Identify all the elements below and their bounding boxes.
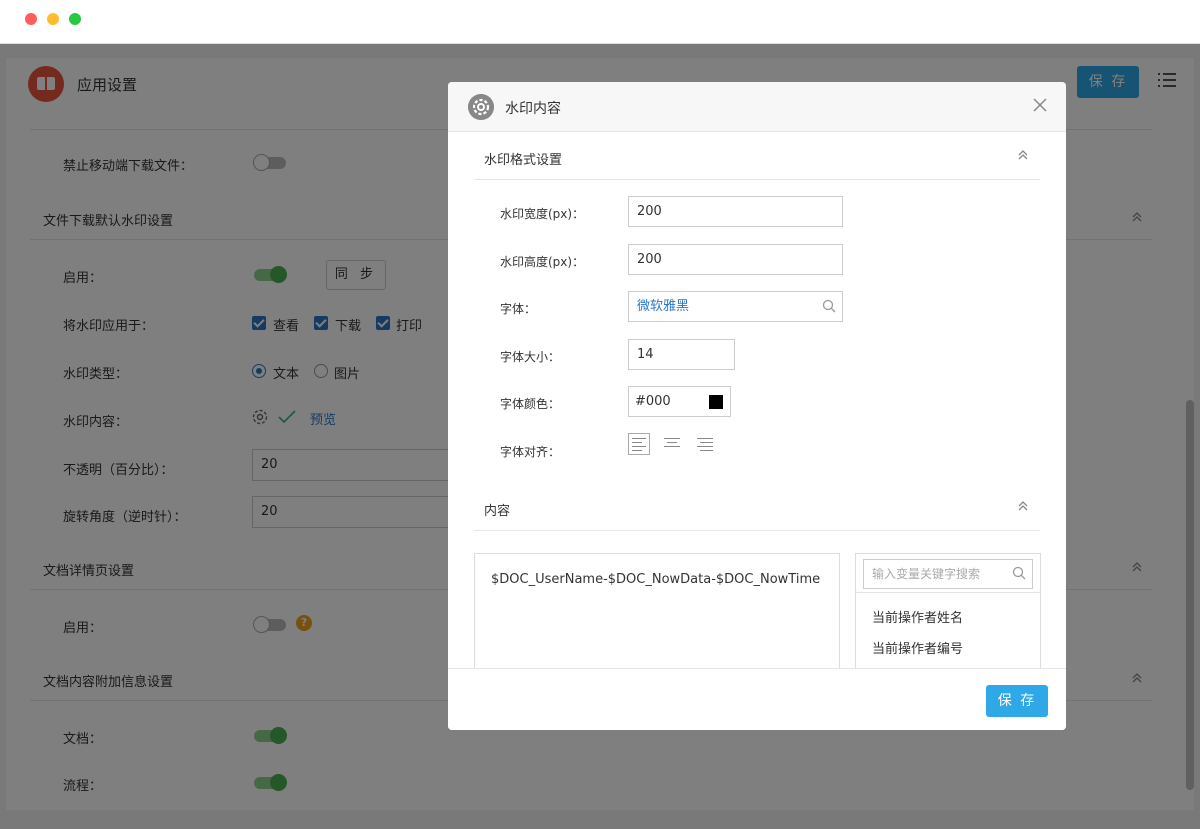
content-textarea[interactable]: $DOC_UserName-$DOC_NowData-$DOC_NowTime [474,553,840,668]
collapse-icon[interactable] [1016,499,1030,513]
variable-panel: 输入变量关键字搜索 当前操作者姓名 当前操作者编号 [855,553,1041,668]
font-value: 微软雅黑 [637,299,690,314]
dialog-header: 水印内容 [448,82,1066,132]
section-title: 水印格式设置 [484,153,563,168]
font-label: 字体： [500,302,537,316]
content-section-header: 内容 [474,483,1040,531]
section-title: 内容 [484,504,511,519]
font-color-label: 字体颜色： [500,397,561,411]
window-titlebar [0,0,1200,44]
font-color-value: #000 [635,394,671,409]
width-label: 水印宽度(px)： [500,207,585,221]
search-icon[interactable] [822,299,836,313]
dialog-body: 水印格式设置 水印宽度(px)： 200 水印高度(px)： 200 字体： 微… [448,132,1066,668]
format-section-header: 水印格式设置 [474,132,1040,180]
settings-gear-icon [468,94,494,120]
watermark-content-dialog: 水印内容 水印格式设置 水印宽度(px)： 200 水印高度(px)： 200 … [448,82,1066,730]
close-window-icon[interactable] [25,13,37,25]
align-center-icon[interactable] [661,433,683,455]
dialog-footer: 保 存 [448,668,1066,730]
close-icon[interactable] [1033,98,1047,112]
height-input[interactable]: 200 [628,244,843,275]
dialog-title: 水印内容 [505,101,561,117]
collapse-icon[interactable] [1016,148,1030,162]
align-left-icon[interactable] [628,433,650,455]
height-label: 水印高度(px)： [500,255,585,269]
variable-item[interactable]: 当前操作者编号 [872,638,963,657]
variable-item[interactable]: 当前操作者姓名 [872,607,963,626]
align-right-icon[interactable] [694,433,716,455]
maximize-window-icon[interactable] [69,13,81,25]
width-input[interactable]: 200 [628,196,843,227]
font-size-label: 字体大小： [500,350,561,364]
minimize-window-icon[interactable] [47,13,59,25]
font-color-input[interactable]: #000 [628,386,731,417]
search-icon[interactable] [1012,566,1026,580]
dialog-save-button[interactable]: 保 存 [986,685,1048,717]
variable-search-placeholder: 输入变量关键字搜索 [872,567,981,581]
color-swatch[interactable] [709,395,723,409]
divider [856,592,1040,593]
font-size-input[interactable]: 14 [628,339,735,370]
font-align-label: 字体对齐： [500,445,561,459]
variable-search-input[interactable]: 输入变量关键字搜索 [863,559,1033,589]
font-select[interactable]: 微软雅黑 [628,291,843,322]
